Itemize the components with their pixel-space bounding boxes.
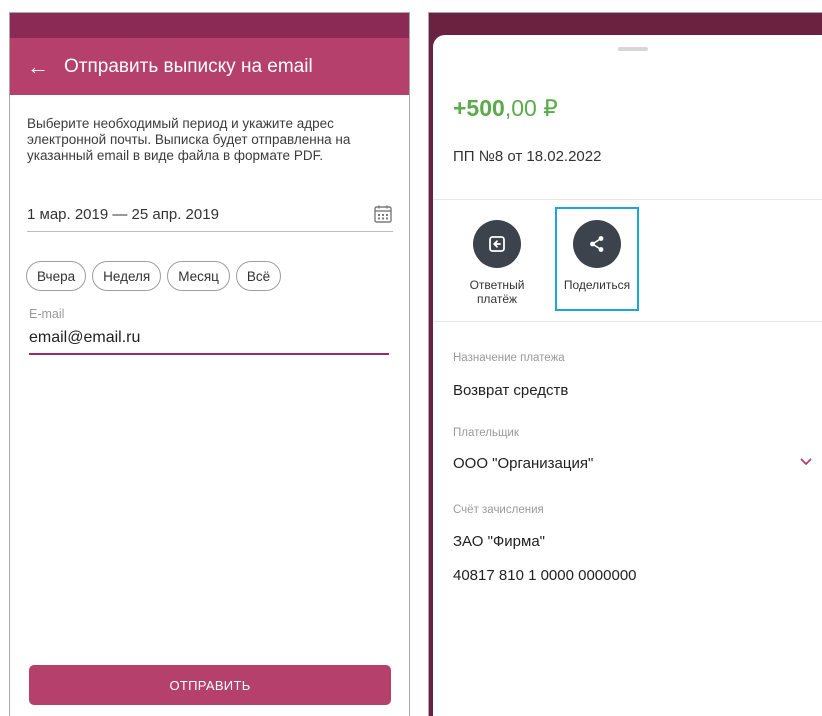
- status-bar: [10, 13, 409, 38]
- share-label: Поделиться: [563, 278, 631, 292]
- chip-yesterday[interactable]: Вчера: [26, 261, 87, 291]
- return-payment-button[interactable]: Ответный платёж: [454, 220, 540, 306]
- return-payment-label: Ответный платёж: [454, 278, 540, 306]
- share-icon: [573, 220, 621, 268]
- page-title: Отправить выписку на email: [64, 55, 313, 77]
- chip-week[interactable]: Неделя: [92, 261, 162, 291]
- purpose-label: Назначение платежа: [453, 352, 565, 364]
- period-field[interactable]: 1 мар. 2019 — 25 апр. 2019: [27, 197, 393, 232]
- divider: [433, 199, 822, 200]
- payment-amount: +500,00 ₽: [453, 95, 558, 122]
- amount-integer: +500: [453, 95, 505, 121]
- payment-details-screen: +500,00 ₽ ПП №8 от 18.02.2022 Ответный п…: [428, 12, 822, 716]
- chip-month[interactable]: Месяц: [167, 261, 230, 291]
- bottom-sheet: +500,00 ₽ ПП №8 от 18.02.2022 Ответный п…: [433, 35, 822, 716]
- return-payment-label-line1: Ответный: [469, 278, 525, 292]
- calendar-icon[interactable]: [373, 204, 393, 224]
- account-name: ЗАО "Фирма": [453, 533, 545, 550]
- payer-label: Плательщик: [453, 427, 519, 439]
- period-value: 1 мар. 2019 — 25 апр. 2019: [27, 205, 219, 223]
- period-chips: Вчера Неделя Месяц Всё: [26, 261, 282, 291]
- amount-decimals: ,00 ₽: [504, 95, 558, 121]
- sheet-handle[interactable]: [618, 47, 648, 51]
- chevron-down-icon[interactable]: [799, 455, 813, 469]
- send-button[interactable]: ОТПРАВИТЬ: [29, 665, 391, 705]
- app-bar: ← Отправить выписку на email: [10, 38, 409, 95]
- email-statement-screen: ← Отправить выписку на email Выберите не…: [9, 12, 410, 716]
- email-field[interactable]: email@email.ru: [29, 329, 389, 355]
- return-payment-label-line2: платёж: [476, 292, 518, 306]
- payment-document: ПП №8 от 18.02.2022: [453, 148, 602, 165]
- account-number: 40817 810 1 0000 0000000: [453, 567, 637, 584]
- chip-all[interactable]: Всё: [235, 261, 282, 291]
- payer-value: ООО "Организация": [453, 455, 594, 472]
- share-button[interactable]: Поделиться: [554, 220, 640, 292]
- account-label: Счёт зачисления: [453, 504, 544, 516]
- return-payment-icon: [473, 220, 521, 268]
- arrow-left-icon[interactable]: ←: [18, 54, 58, 80]
- description-text: Выберите необходимый период и укажите ад…: [27, 116, 351, 163]
- email-label: E-mail: [29, 307, 65, 321]
- purpose-value: Возврат средств: [453, 382, 569, 399]
- divider: [433, 321, 822, 322]
